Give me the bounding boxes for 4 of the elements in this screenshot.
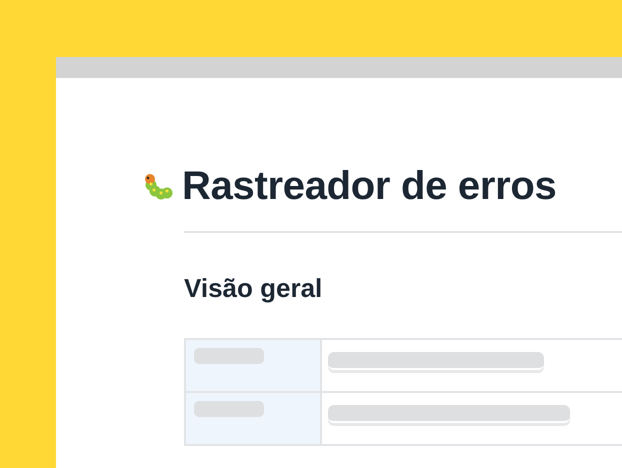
skeleton-bar: [194, 348, 264, 364]
skeleton-bar: [194, 401, 264, 417]
section-heading: Visão geral: [184, 273, 324, 304]
page-title: Rastreador de erros: [182, 164, 556, 209]
